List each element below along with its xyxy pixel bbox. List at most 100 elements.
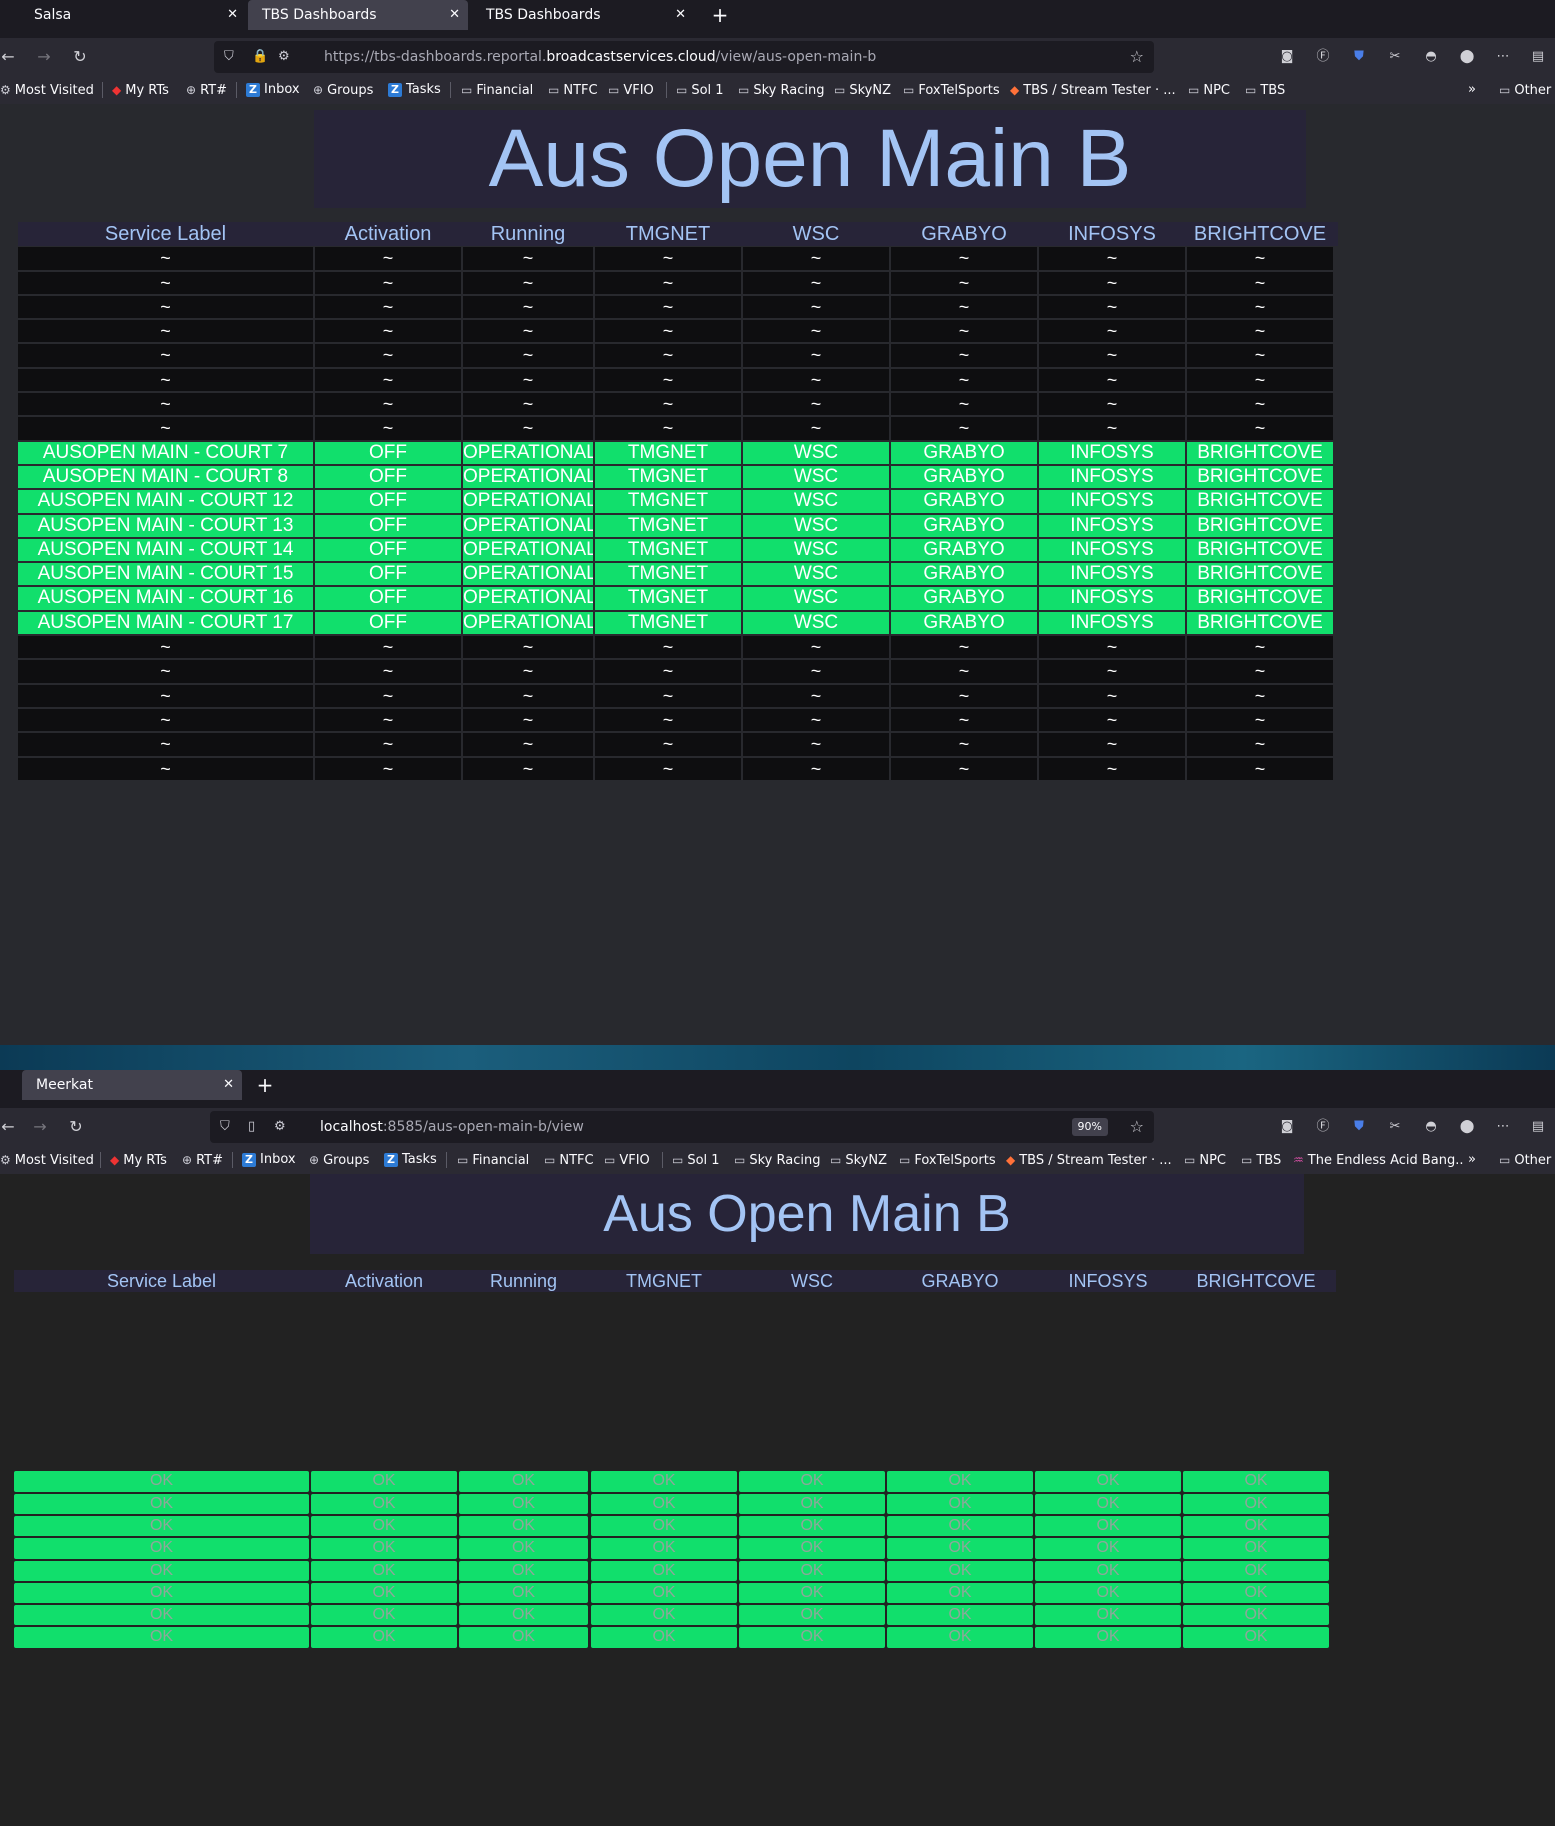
pocket-icon[interactable]: ◙ bbox=[1276, 1116, 1298, 1138]
extension-icon[interactable]: ⬤ bbox=[1456, 46, 1478, 68]
column-header-grabyo[interactable]: GRABYO bbox=[891, 223, 1037, 245]
bookmark-most-visited[interactable]: ⚙ Most Visited bbox=[0, 76, 94, 104]
table-cell-brightcove[interactable]: BRIGHTCOVE bbox=[1187, 441, 1333, 464]
table-cell-wsc[interactable]: WSC bbox=[743, 587, 889, 610]
bookmark-folder-npc[interactable]: ▭ NPC bbox=[1188, 76, 1230, 104]
status-ok-running[interactable]: OK bbox=[459, 1493, 588, 1514]
table-cell-service-label[interactable]: AUSOPEN MAIN - COURT 15 bbox=[18, 563, 313, 586]
status-ok-activation[interactable]: OK bbox=[311, 1605, 457, 1626]
table-cell-service-label[interactable]: AUSOPEN MAIN - COURT 14 bbox=[18, 538, 313, 562]
status-ok-grabyo[interactable]: OK bbox=[887, 1560, 1033, 1581]
table-cell-service-label[interactable]: AUSOPEN MAIN - COURT 8 bbox=[18, 465, 313, 489]
bookmark-folder-ntfc[interactable]: ▭ NTFC bbox=[548, 76, 598, 104]
table-cell-activation[interactable]: OFF bbox=[315, 514, 461, 537]
bookmark-folder-sol1[interactable]: ▭ Sol 1 bbox=[672, 1146, 720, 1174]
table-cell-grabyo[interactable]: GRABYO bbox=[891, 441, 1037, 464]
table-cell-running[interactable]: OPERATIONAL bbox=[463, 563, 593, 586]
status-ok-infosys[interactable]: OK bbox=[1035, 1560, 1181, 1581]
table-cell-tmgnet[interactable]: TMGNET bbox=[595, 587, 741, 610]
ublock-icon[interactable]: ⛊ bbox=[1348, 46, 1370, 68]
table-cell-grabyo[interactable]: GRABYO bbox=[891, 563, 1037, 586]
status-ok-activation[interactable]: OK bbox=[311, 1538, 457, 1559]
bookmark-folder-other[interactable]: ▭ Other bbox=[1499, 76, 1551, 104]
table-cell-wsc[interactable]: WSC bbox=[743, 490, 889, 513]
status-ok-tmgnet[interactable]: OK bbox=[591, 1538, 737, 1559]
table-row[interactable]: AUSOPEN MAIN - COURT 17 OFF OPERATIONAL TMG… bbox=[18, 611, 1338, 635]
table-cell-brightcove[interactable]: BRIGHTCOVE bbox=[1187, 563, 1333, 586]
bookmark-folder-npc[interactable]: ▭ NPC bbox=[1184, 1146, 1226, 1174]
table-cell-wsc[interactable]: WSC bbox=[743, 441, 889, 464]
bookmark-tasks[interactable]: Z Tasks bbox=[388, 76, 441, 104]
bookmark-folder-tbs[interactable]: ▭ TBS bbox=[1245, 76, 1285, 104]
table-row[interactable]: OK OK OK OK OK OK OK OK bbox=[14, 1493, 1336, 1515]
reload-icon[interactable]: ↻ bbox=[66, 42, 94, 72]
status-ok-running[interactable]: OK bbox=[459, 1560, 588, 1581]
status-ok-grabyo[interactable]: OK bbox=[887, 1605, 1033, 1626]
tab-salsa[interactable]: Salsa ✕ bbox=[20, 0, 246, 30]
back-icon[interactable]: ← bbox=[0, 1112, 22, 1142]
column-header-activation[interactable]: Activation bbox=[311, 1271, 457, 1291]
column-header-infosys[interactable]: INFOSYS bbox=[1035, 1271, 1181, 1291]
table-row[interactable]: AUSOPEN MAIN - COURT 13 OFF OPERATIONAL TMG… bbox=[18, 514, 1338, 538]
table-cell-running[interactable]: OPERATIONAL bbox=[463, 587, 593, 610]
table-cell-service-label[interactable]: AUSOPEN MAIN - COURT 16 bbox=[18, 587, 313, 610]
close-icon[interactable]: ✕ bbox=[449, 0, 460, 30]
table-row[interactable]: OK OK OK OK OK OK OK OK bbox=[14, 1604, 1336, 1626]
bookmark-folder-vfio[interactable]: ▭ VFIO bbox=[608, 76, 654, 104]
table-cell-infosys[interactable]: INFOSYS bbox=[1039, 490, 1185, 513]
status-ok-infosys[interactable]: OK bbox=[1035, 1515, 1181, 1537]
column-header-running[interactable]: Running bbox=[463, 223, 593, 245]
status-ok-brightcove[interactable]: OK bbox=[1183, 1560, 1329, 1581]
status-ok-brightcove[interactable]: OK bbox=[1183, 1493, 1329, 1514]
table-cell-infosys[interactable]: INFOSYS bbox=[1039, 611, 1185, 635]
table-cell-service-label[interactable]: AUSOPEN MAIN - COURT 13 bbox=[18, 514, 313, 537]
close-icon[interactable]: ✕ bbox=[227, 0, 238, 30]
status-ok-wsc[interactable]: OK bbox=[739, 1538, 885, 1559]
status-ok-service-label[interactable]: OK bbox=[14, 1471, 309, 1492]
bookmark-stream-tester[interactable]: ◆ TBS / Stream Tester · ... bbox=[1006, 1146, 1172, 1174]
table-cell-grabyo[interactable]: GRABYO bbox=[891, 490, 1037, 513]
table-cell-brightcove[interactable]: BRIGHTCOVE bbox=[1187, 514, 1333, 537]
status-ok-running[interactable]: OK bbox=[459, 1605, 588, 1626]
status-ok-infosys[interactable]: OK bbox=[1035, 1605, 1181, 1626]
status-ok-brightcove[interactable]: OK bbox=[1183, 1582, 1329, 1604]
table-cell-wsc[interactable]: WSC bbox=[743, 563, 889, 586]
table-cell-activation[interactable]: OFF bbox=[315, 490, 461, 513]
status-ok-wsc[interactable]: OK bbox=[739, 1582, 885, 1604]
table-row[interactable]: OK OK OK OK OK OK OK OK bbox=[14, 1626, 1336, 1648]
status-ok-infosys[interactable]: OK bbox=[1035, 1582, 1181, 1604]
bookmark-star-icon[interactable]: ☆ bbox=[1130, 41, 1144, 73]
tab-tbs-dashboards-2[interactable]: TBS Dashboards ✕ bbox=[472, 0, 694, 30]
status-ok-running[interactable]: OK bbox=[459, 1582, 588, 1604]
table-cell-wsc[interactable]: WSC bbox=[743, 538, 889, 562]
status-ok-tmgnet[interactable]: OK bbox=[591, 1560, 737, 1581]
table-cell-tmgnet[interactable]: TMGNET bbox=[595, 514, 741, 537]
status-ok-running[interactable]: OK bbox=[459, 1538, 588, 1559]
table-cell-infosys[interactable]: INFOSYS bbox=[1039, 514, 1185, 537]
status-ok-brightcove[interactable]: OK bbox=[1183, 1627, 1329, 1648]
status-ok-service-label[interactable]: OK bbox=[14, 1538, 309, 1559]
table-cell-wsc[interactable]: WSC bbox=[743, 514, 889, 537]
bookmark-folder-sky-racing[interactable]: ▭ Sky Racing bbox=[738, 76, 824, 104]
column-header-brightcove[interactable]: BRIGHTCOVE bbox=[1187, 223, 1333, 245]
extension-f-icon[interactable]: Ⓕ bbox=[1312, 46, 1334, 68]
bookmark-most-visited[interactable]: ⚙ Most Visited bbox=[0, 1146, 94, 1174]
table-cell-brightcove[interactable]: BRIGHTCOVE bbox=[1187, 538, 1333, 562]
table-cell-tmgnet[interactable]: TMGNET bbox=[595, 563, 741, 586]
forward-icon[interactable]: → bbox=[26, 1112, 54, 1142]
bookmark-folder-skynz[interactable]: ▭ SkyNZ bbox=[830, 1146, 887, 1174]
table-cell-running[interactable]: OPERATIONAL bbox=[463, 611, 593, 635]
table-cell-activation[interactable]: OFF bbox=[315, 538, 461, 562]
bookmark-folder-other[interactable]: ▭ Other bbox=[1499, 1146, 1551, 1174]
status-ok-tmgnet[interactable]: OK bbox=[591, 1471, 737, 1492]
url-bar[interactable]: ⛉ 🔒 ⚙ https://tbs-dashboards.reportal.br… bbox=[214, 41, 1154, 73]
table-row[interactable]: OK OK OK OK OK OK OK OK bbox=[14, 1582, 1336, 1604]
table-cell-grabyo[interactable]: GRABYO bbox=[891, 465, 1037, 489]
status-ok-infosys[interactable]: OK bbox=[1035, 1493, 1181, 1514]
status-ok-activation[interactable]: OK bbox=[311, 1515, 457, 1537]
status-ok-service-label[interactable]: OK bbox=[14, 1627, 309, 1648]
close-icon[interactable]: ✕ bbox=[675, 0, 686, 30]
sidebar-icon[interactable]: ▤ bbox=[1527, 1116, 1549, 1138]
sidebar-icon[interactable]: ▤ bbox=[1527, 46, 1549, 68]
bookmark-folder-sol1[interactable]: ▭ Sol 1 bbox=[676, 76, 724, 104]
